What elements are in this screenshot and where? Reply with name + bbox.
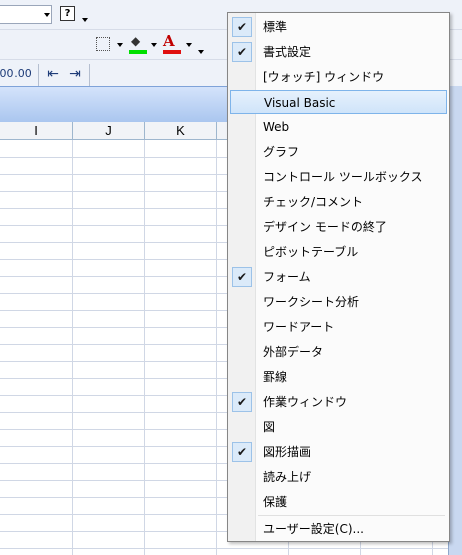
menu-item-label: チェック/コメント: [263, 195, 364, 209]
menu-item[interactable]: ワードアート: [230, 315, 447, 339]
toolbar-separator: [38, 64, 39, 86]
font-color-dropdown-arrow-icon[interactable]: [186, 43, 192, 47]
decrease-decimal-icon[interactable]: .00: [14, 66, 32, 82]
menu-item[interactable]: ✔ 作業ウィンドウ: [230, 390, 447, 414]
menu-item-label: Visual Basic: [264, 96, 336, 110]
checkmark-icon: ✔: [232, 267, 252, 287]
menu-item[interactable]: 読み上げ: [230, 465, 447, 489]
menu-item[interactable]: 外部データ: [230, 340, 447, 364]
window-right-edge: [448, 86, 462, 555]
grid-row-line: [0, 548, 448, 549]
menu-item-label: デザイン モードの終了: [263, 220, 387, 234]
toolbar-separator: [89, 64, 90, 86]
checkmark-icon: ✔: [232, 392, 252, 412]
menu-item-label: 図形描画: [263, 445, 312, 459]
increase-decimal-icon[interactable]: .00: [0, 66, 14, 82]
menu-item[interactable]: ピボットテーブル: [230, 240, 447, 264]
menu-item[interactable]: [ウォッチ] ウィンドウ: [230, 65, 447, 89]
column-header-k[interactable]: K: [145, 122, 217, 140]
column-header-j[interactable]: J: [73, 122, 145, 140]
checkmark-icon: ✔: [232, 17, 252, 37]
menu-item-label: ワークシート分析: [263, 295, 360, 309]
grid-column-line: [144, 140, 145, 555]
menu-item[interactable]: 保護: [230, 490, 447, 514]
toolbar-options-arrow-icon[interactable]: [198, 50, 204, 54]
checkmark-icon: ✔: [232, 42, 252, 62]
menu-item-label: フォーム: [263, 270, 311, 284]
menu-item-label: 外部データ: [263, 345, 324, 359]
font-color-icon[interactable]: A: [163, 33, 175, 49]
menu-item[interactable]: Web: [230, 115, 447, 139]
fill-color-icon[interactable]: ◆: [131, 35, 143, 47]
menu-item-label: 罫線: [263, 370, 288, 384]
menu-item[interactable]: グラフ: [230, 140, 447, 164]
menu-item-label: 図: [263, 420, 276, 434]
decrease-indent-icon[interactable]: ⇤: [44, 66, 62, 82]
menu-item[interactable]: チェック/コメント: [230, 190, 447, 214]
menu-item[interactable]: 罫線: [230, 365, 447, 389]
increase-indent-icon[interactable]: ⇥: [66, 66, 84, 82]
menu-item-label: 作業ウィンドウ: [263, 395, 348, 409]
fill-color-dropdown-arrow-icon[interactable]: [151, 43, 157, 47]
font-size-dropdown-arrow-icon[interactable]: [44, 13, 50, 17]
menu-item-label: Web: [263, 120, 290, 134]
help-dropdown-arrow-icon[interactable]: [82, 18, 88, 22]
menu-item[interactable]: ✔ フォーム: [230, 265, 447, 289]
menu-item-label: [ウォッチ] ウィンドウ: [263, 70, 385, 84]
font-color-swatch: [163, 50, 181, 54]
menu-item-label: 保護: [263, 495, 288, 509]
menu-item-customize[interactable]: ユーザー設定(C)...: [230, 517, 447, 541]
fill-color-swatch: [129, 50, 147, 54]
grid-column-line: [216, 140, 217, 555]
menu-item[interactable]: コントロール ツールボックス: [230, 165, 447, 189]
menu-item-label: 書式設定: [263, 45, 312, 59]
menu-item[interactable]: 図: [230, 415, 447, 439]
menu-separator: [258, 515, 445, 516]
menu-item[interactable]: ✔ 書式設定: [230, 40, 447, 64]
help-icon[interactable]: ?: [60, 6, 75, 21]
menu-item-label: ユーザー設定(C)...: [263, 522, 364, 536]
borders-dropdown-arrow-icon[interactable]: [117, 43, 123, 47]
menu-item-label: コントロール ツールボックス: [263, 170, 423, 184]
menu-item-label: 標準: [263, 20, 288, 34]
menu-item[interactable]: ✔ 標準: [230, 15, 447, 39]
grid-column-line: [72, 140, 73, 555]
checkmark-icon: ✔: [232, 442, 252, 462]
menu-item-label: ワードアート: [263, 320, 335, 334]
menu-item-label: ピボットテーブル: [263, 245, 359, 259]
menu-item[interactable]: ✔ 図形描画: [230, 440, 447, 464]
menu-item-label: 読み上げ: [263, 470, 312, 484]
borders-icon[interactable]: [96, 37, 110, 51]
menu-item[interactable]: ワークシート分析: [230, 290, 447, 314]
menu-item[interactable]: デザイン モードの終了: [230, 215, 447, 239]
menu-item[interactable]: Visual Basic: [230, 90, 447, 114]
column-header-i[interactable]: I: [0, 122, 73, 140]
toolbar-context-menu: ✔ 標準 ✔ 書式設定 [ウォッチ] ウィンドウ Visual Basic Web グラフコン…: [227, 12, 450, 542]
menu-item-label: グラフ: [263, 145, 300, 159]
